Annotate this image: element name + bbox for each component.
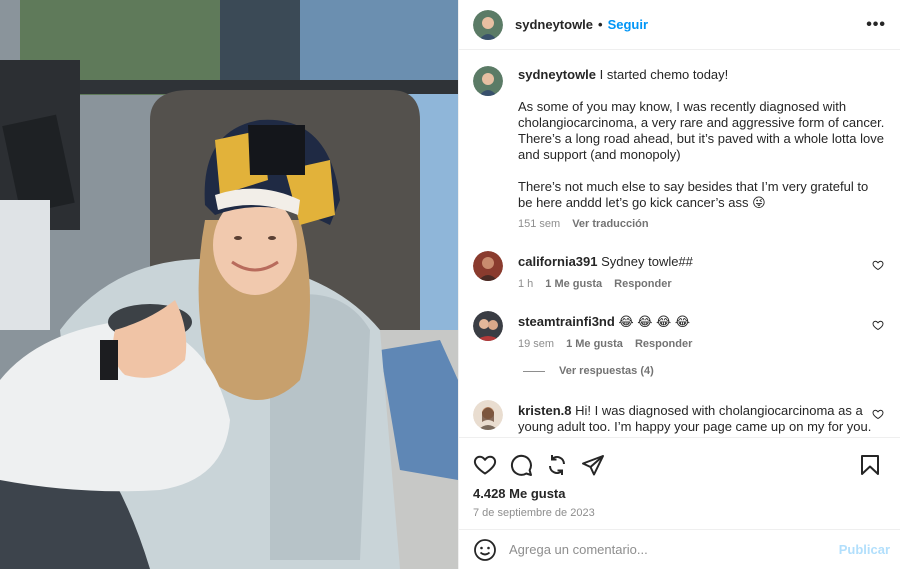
comment-item: steamtrainfi3nd 😂 😂 😂 😂 19 sem 1 Me gust… xyxy=(473,311,886,350)
like-comment-heart-icon[interactable] xyxy=(872,259,884,271)
view-replies[interactable]: Ver respuestas (4) xyxy=(473,365,886,377)
more-options-icon[interactable]: ••• xyxy=(866,16,886,34)
comment-username[interactable]: steamtrainfi3nd xyxy=(518,314,615,329)
comment-username[interactable]: kristen.8 xyxy=(518,403,571,418)
add-comment-bar: Publicar xyxy=(459,529,900,569)
reply-button[interactable]: Responder xyxy=(635,338,692,350)
comment-item: kristen.8 Hi! I was diagnosed with chola… xyxy=(473,400,886,435)
comment-username[interactable]: california391 xyxy=(518,254,598,269)
commenter-avatar[interactable] xyxy=(473,400,503,430)
heart-icon[interactable] xyxy=(473,453,497,477)
emoji-icon[interactable] xyxy=(473,538,497,562)
comment-likes[interactable]: 1 Me gusta xyxy=(566,338,623,350)
commenter-avatar[interactable] xyxy=(473,311,503,341)
author-username[interactable]: sydneytowle xyxy=(515,17,593,32)
comment-text: Hi! I was diagnosed with cholangiocarcin… xyxy=(518,403,872,434)
comment-text: Sydney towle## xyxy=(601,254,693,269)
comment-likes[interactable]: 1 Me gusta xyxy=(545,278,602,290)
send-icon[interactable] xyxy=(581,453,605,477)
author-avatar[interactable] xyxy=(473,9,503,40)
post-header: sydneytowle • Seguir ••• xyxy=(459,0,900,50)
separator-dot: • xyxy=(598,17,603,32)
comment-text: 😂 😂 😂 😂 xyxy=(618,314,691,329)
follow-button[interactable]: Seguir xyxy=(608,17,648,32)
post-photo[interactable] xyxy=(0,0,458,569)
post-date[interactable]: 7 de septiembre de 2023 xyxy=(459,507,900,519)
bookmark-icon[interactable] xyxy=(858,453,882,477)
comment-icon[interactable] xyxy=(509,453,533,477)
caption-paragraph: There’s not much else to say besides tha… xyxy=(518,179,869,210)
comments-list[interactable]: sydneytowle I started chemo today! As so… xyxy=(459,51,900,437)
likes-count[interactable]: 4.428 Me gusta xyxy=(459,486,900,501)
post-sidebar: sydneytowle • Seguir ••• sydneytowle I s… xyxy=(458,0,900,569)
caption-avatar[interactable] xyxy=(473,66,503,96)
post-actions: 4.428 Me gusta 7 de septiembre de 2023 xyxy=(459,437,900,529)
caption-paragraph: As some of you may know, I was recently … xyxy=(518,99,885,162)
view-replies-label[interactable]: Ver respuestas (4) xyxy=(559,365,654,377)
like-comment-heart-icon[interactable] xyxy=(872,319,884,331)
caption-time[interactable]: 151 sem xyxy=(518,218,560,230)
caption: sydneytowle I started chemo today! As so… xyxy=(473,66,886,230)
translate-link[interactable]: Ver traducción xyxy=(572,218,648,230)
comment-item: california391 Sydney towle## 1 h 1 Me gu… xyxy=(473,251,886,290)
share-icon[interactable] xyxy=(545,453,569,477)
comment-time[interactable]: 19 sem xyxy=(518,338,554,350)
replies-divider xyxy=(523,370,545,372)
comment-input[interactable] xyxy=(509,542,839,557)
publish-button[interactable]: Publicar xyxy=(839,542,890,557)
comment-time[interactable]: 1 h xyxy=(518,278,533,290)
like-comment-heart-icon[interactable] xyxy=(872,408,884,420)
caption-username[interactable]: sydneytowle xyxy=(518,67,596,82)
reply-button[interactable]: Responder xyxy=(614,278,671,290)
post-image xyxy=(0,0,458,569)
commenter-avatar[interactable] xyxy=(473,251,503,281)
caption-line1: I started chemo today! xyxy=(599,67,729,82)
